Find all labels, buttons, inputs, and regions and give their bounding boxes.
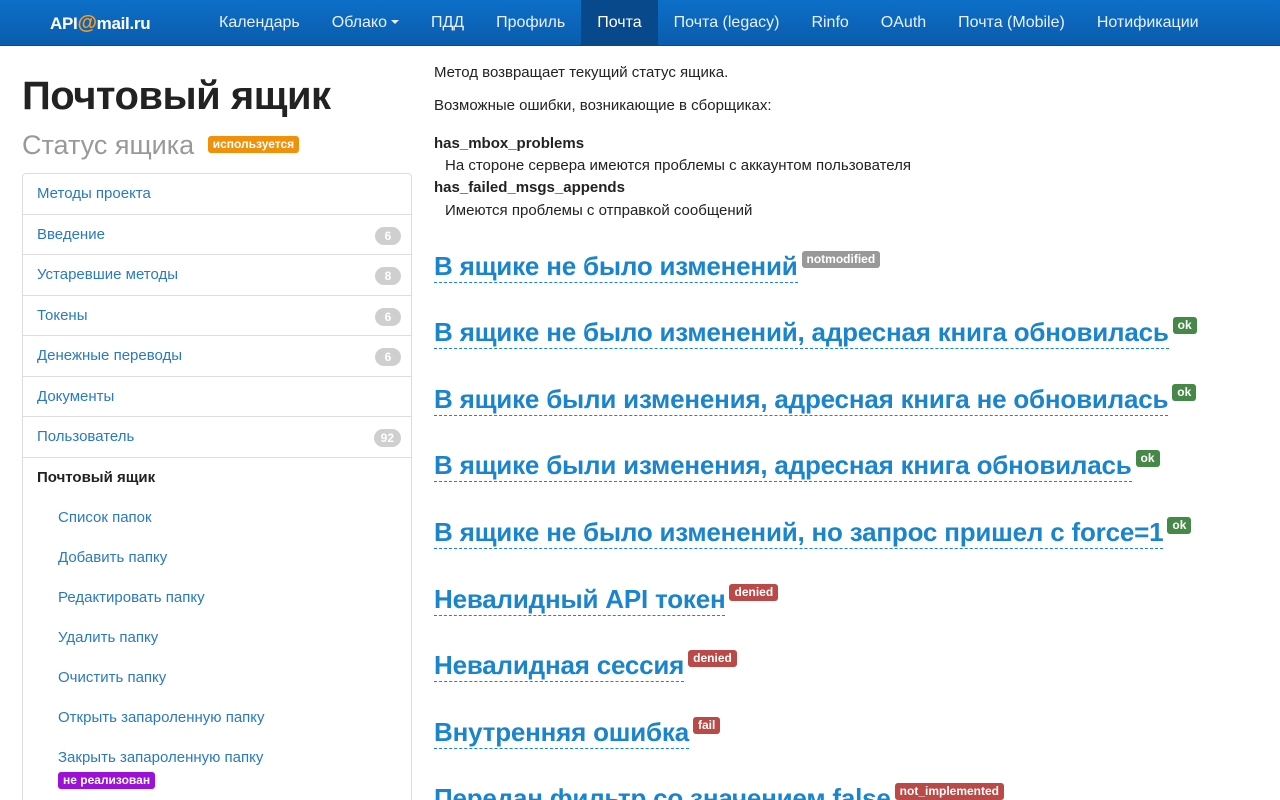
sidebar-item-project-methods[interactable]: Методы проекта xyxy=(23,174,411,215)
status-label: ok xyxy=(1135,450,1160,467)
status-title-link[interactable]: В ящике не было изменений, но запрос при… xyxy=(434,517,1164,549)
status-title-link[interactable]: Невалидный API токен xyxy=(434,584,726,616)
brand-text-left: API xyxy=(50,14,78,33)
status-ok-changes-no-addressbook: В ящике были изменения, адресная книга н… xyxy=(434,384,1197,416)
page-title: Почтовый ящик xyxy=(22,74,331,118)
subitem-label: Очистить папку xyxy=(58,669,167,686)
main-content: Метод возвращает текущий статус ящика. В… xyxy=(434,0,1264,800)
page-subtitle: Статус ящика используется xyxy=(22,130,300,161)
brand-text-right: mail.ru xyxy=(96,14,151,33)
status-title-link[interactable]: В ящике не было изменений, адресная книг… xyxy=(434,317,1169,349)
sidebar-item-documents[interactable]: Документы xyxy=(23,377,411,417)
status-label: notmodified xyxy=(801,251,881,268)
count-badge: 6 xyxy=(375,226,401,245)
status-label: denied xyxy=(729,584,779,601)
status-notmodified: В ящике не было изменений notmodified xyxy=(434,251,881,283)
brand-logo[interactable]: API@mail.ru xyxy=(50,10,151,36)
sidebar-item-label: Введение xyxy=(37,225,105,243)
status-title-link[interactable]: В ящике не было изменений xyxy=(434,251,798,283)
status-label: fail xyxy=(692,717,721,734)
status-title-link[interactable]: Передан фильтр со значением false xyxy=(434,783,891,800)
sidebar-item-label: Денежные переводы xyxy=(37,347,183,364)
subitem-clear-folder[interactable]: Очистить папку xyxy=(23,658,411,698)
nav-label: Облако xyxy=(331,14,387,31)
error-name: has_mbox_problems xyxy=(434,135,585,152)
status-label: denied xyxy=(688,650,737,667)
status-label: ok xyxy=(1172,384,1197,401)
count-badge: 6 xyxy=(375,348,401,366)
subtitle-text: Статус ящика xyxy=(22,130,195,160)
subitem-delete-folder[interactable]: Удалить папку xyxy=(23,618,411,658)
status-title-link[interactable]: Невалидная сессия xyxy=(434,650,684,682)
subitem-label: Редактировать папку xyxy=(58,589,205,606)
sidebar-item-tokens[interactable]: Токены 6 xyxy=(23,296,411,336)
status-ok-changes-addressbook: В ящике были изменения, адресная книга о… xyxy=(434,450,1160,482)
error-name: has_failed_msgs_appends xyxy=(434,179,625,196)
count-badge: 92 xyxy=(373,429,401,447)
subitem-edit-folder[interactable]: Редактировать папку xyxy=(23,578,411,618)
not-implemented-badge: не реализован xyxy=(58,772,156,789)
status-title-link[interactable]: В ящике были изменения, адресная книга н… xyxy=(434,384,1168,416)
caret-down-icon xyxy=(390,20,399,24)
status-title-link[interactable]: Внутренняя ошибка xyxy=(434,717,689,749)
nav-label: Календарь xyxy=(219,14,300,31)
nav-item-calendar[interactable]: Календарь xyxy=(203,0,316,46)
sidebar-item-label: Токены xyxy=(37,306,88,324)
status-label: not_implemented xyxy=(894,783,1005,800)
method-description: Метод возвращает текущий статус ящика. xyxy=(434,64,729,81)
brand-at: @ xyxy=(77,12,97,34)
error-description: На стороне сервера имеются проблемы с ак… xyxy=(445,157,912,174)
sidebar-item-label: Документы xyxy=(37,387,115,405)
status-not-implemented: Передан фильтр со значением false not_imp… xyxy=(434,783,1005,800)
status-ok-addressbook-updated: В ящике не было изменений, адресная книг… xyxy=(434,317,1197,349)
subitem-folder-list[interactable]: Список папок xyxy=(23,498,411,538)
sidebar-item-intro[interactable]: Введение 6 xyxy=(23,215,411,255)
subitem-label: Удалить папку xyxy=(58,629,159,646)
status-denied-session: Невалидная сессия denied xyxy=(434,650,737,682)
sidebar-item-money-transfers[interactable]: Денежные переводы 6 xyxy=(23,336,411,377)
status-ok-force: В ящике не было изменений, но запрос при… xyxy=(434,517,1192,549)
count-badge: 6 xyxy=(375,307,401,326)
count-badge: 8 xyxy=(375,267,401,285)
nav-item-cloud[interactable]: Облако xyxy=(316,0,415,46)
errors-heading: Возможные ошибки, возникающие в сборщика… xyxy=(434,97,772,114)
sidebar-item-user[interactable]: Пользователь 92 xyxy=(23,417,411,458)
sidebar-item-label: Пользователь xyxy=(37,428,135,445)
subitem-close-protected-folder[interactable]: Закрыть запароленную папку не реализован xyxy=(23,738,411,800)
sidebar-nav: Методы проекта Введение 6 Устаревшие мето… xyxy=(22,173,412,800)
sidebar-item-label: Устаревшие методы xyxy=(37,266,179,283)
status-denied-token: Невалидный API токен denied xyxy=(434,584,779,616)
status-title-link[interactable]: В ящике были изменения, адресная книга о… xyxy=(434,450,1132,482)
sidebar-item-label: Почтовый ящик xyxy=(37,468,156,486)
error-description: Имеются проблемы с отправкой сообщений xyxy=(445,202,753,219)
subitem-label: Добавить папку xyxy=(58,549,168,566)
sidebar-item-mailbox[interactable]: Почтовый ящик xyxy=(23,458,411,499)
subitem-label: Открыть запароленную папку xyxy=(58,709,265,726)
subitem-open-protected-folder[interactable]: Открыть запароленную папку xyxy=(23,698,411,738)
status-internal-error: Внутренняя ошибка fail xyxy=(434,717,721,749)
subitem-label: Закрыть запароленную папку xyxy=(58,749,264,766)
sidebar-item-deprecated[interactable]: Устаревшие методы 8 xyxy=(23,255,411,296)
status-label: ok xyxy=(1172,317,1197,334)
status-label: ok xyxy=(1167,517,1192,534)
sidebar-item-label: Методы проекта xyxy=(37,185,151,202)
subitem-label: Список папок xyxy=(58,509,152,526)
status-badge-in-use: используется xyxy=(207,136,300,153)
subitem-add-folder[interactable]: Добавить папку xyxy=(23,538,411,578)
